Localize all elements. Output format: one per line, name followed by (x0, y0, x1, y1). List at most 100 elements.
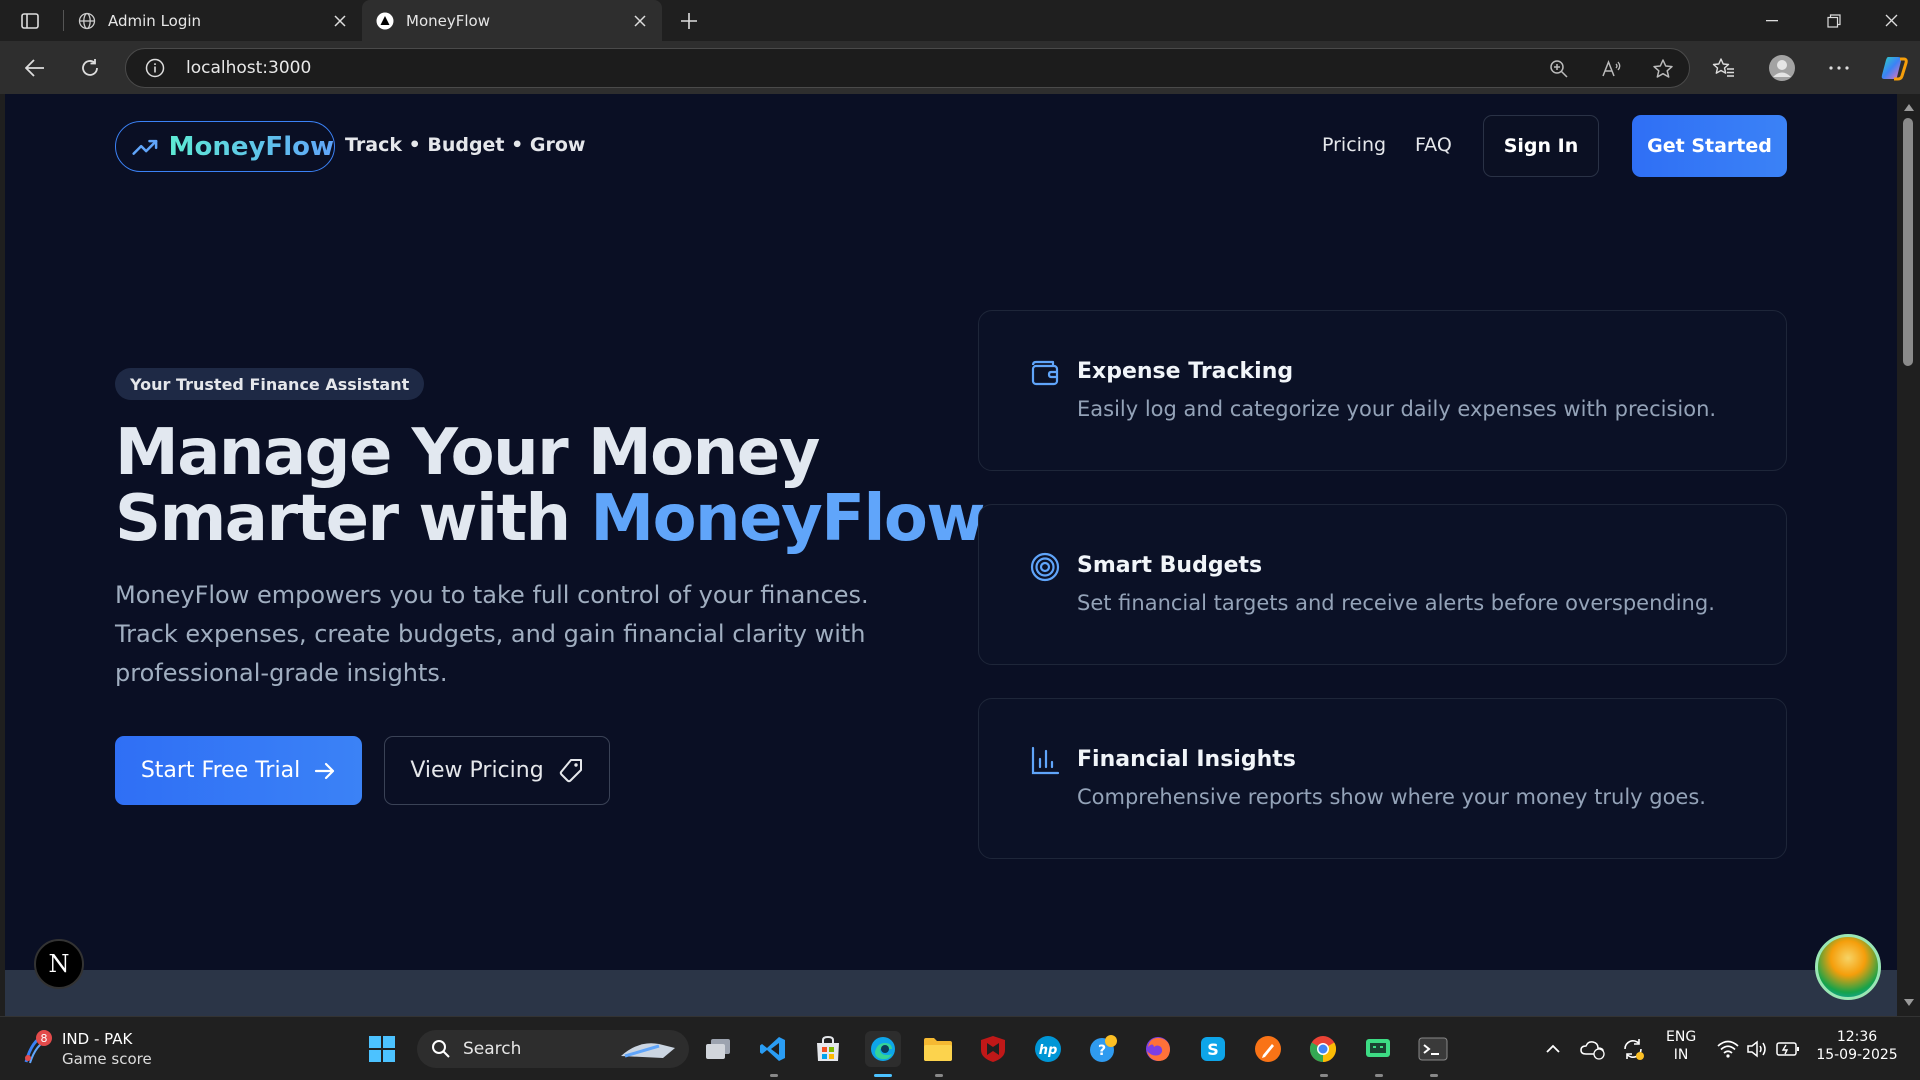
windows-taskbar: 8 IND - PAK Game score Search hp ? S ENG… (0, 1016, 1920, 1080)
system-clock[interactable]: 12:36 15-09-2025 (1812, 1028, 1902, 1064)
favorite-star-icon[interactable] (1651, 57, 1675, 81)
profile-avatar-icon[interactable] (1765, 51, 1799, 85)
running-indicator (1375, 1074, 1383, 1077)
chrome-icon[interactable] (1305, 1031, 1341, 1067)
terminal-icon[interactable] (1415, 1031, 1451, 1067)
help-tips-icon[interactable]: ? (1085, 1031, 1121, 1067)
task-view-icon[interactable] (700, 1031, 736, 1067)
onedrive-sync-icon[interactable] (1575, 1031, 1611, 1067)
hero-title: Manage Your Money Smarter with MoneyFlow (115, 420, 985, 552)
nav-pricing-link[interactable]: Pricing (1322, 134, 1386, 156)
scroll-up-arrow-icon[interactable] (1904, 104, 1914, 111)
nav-faq-link[interactable]: FAQ (1415, 134, 1452, 156)
sync-status-icon[interactable] (1615, 1031, 1651, 1067)
feature-card-financial-insights: Financial Insights Comprehensive reports… (978, 698, 1787, 859)
page-scrollbar[interactable] (1897, 94, 1920, 1016)
chat-assistant-orb[interactable] (1815, 934, 1881, 1000)
feature-title: Financial Insights (1077, 747, 1296, 772)
refresh-icon[interactable] (73, 51, 107, 85)
target-icon (1030, 552, 1060, 582)
feature-description: Comprehensive reports show where your mo… (1077, 785, 1706, 809)
logo-text: MoneyFlow (168, 131, 334, 162)
chevron-up-icon[interactable] (1535, 1031, 1571, 1067)
pen-app-icon[interactable] (1250, 1031, 1286, 1067)
back-icon[interactable] (18, 51, 52, 85)
hero-badge: Your Trusted Finance Assistant (115, 368, 425, 400)
browser-tab-bar: Admin Login MoneyFlow (0, 0, 1920, 41)
hero-title-line2: Smarter with MoneyFlow (115, 486, 985, 552)
arrow-right-icon (315, 762, 335, 779)
feature-title: Smart Budgets (1077, 553, 1263, 578)
new-tab-icon[interactable] (676, 8, 702, 34)
web-page: MoneyFlow Track • Budget • Grow Pricing … (5, 94, 1897, 1016)
site-logo[interactable]: MoneyFlow (115, 121, 335, 172)
copilot-icon[interactable] (1877, 51, 1911, 85)
feature-title: Expense Tracking (1077, 359, 1294, 384)
running-indicator (770, 1074, 778, 1077)
cricket-icon: 8 (22, 1030, 52, 1066)
running-indicator (1430, 1074, 1438, 1077)
hp-icon[interactable]: hp (1030, 1031, 1066, 1067)
skype-icon[interactable]: S (1195, 1031, 1231, 1067)
start-free-trial-button[interactable]: Start Free Trial (115, 736, 362, 805)
search-placeholder: Search (463, 1039, 522, 1059)
tab-title: Admin Login (108, 11, 202, 30)
mcafee-icon[interactable] (975, 1031, 1011, 1067)
close-tab-icon[interactable] (330, 11, 350, 31)
zoom-icon[interactable] (1547, 57, 1571, 81)
view-pricing-label: View Pricing (410, 758, 544, 783)
language-code: ENG (1666, 1029, 1697, 1045)
wallet-icon (1031, 360, 1059, 386)
sign-in-button[interactable]: Sign In (1483, 115, 1599, 177)
feature-description: Easily log and categorize your daily exp… (1077, 397, 1717, 421)
clock-time: 12:36 (1836, 1029, 1878, 1045)
running-indicator (935, 1074, 943, 1077)
file-explorer-icon[interactable] (920, 1031, 956, 1067)
get-started-button[interactable]: Get Started (1632, 115, 1787, 177)
android-studio-icon[interactable] (1360, 1031, 1396, 1067)
tab-actions-icon[interactable] (16, 9, 44, 33)
tab-moneyflow[interactable]: MoneyFlow (362, 0, 662, 41)
clock-date: 15-09-2025 (1816, 1047, 1898, 1063)
svg-text:?: ? (1098, 1043, 1106, 1059)
feature-card-smart-budgets: Smart Budgets Set financial targets and … (978, 504, 1787, 665)
widget-title: IND - PAK (62, 1030, 133, 1048)
active-indicator (874, 1074, 892, 1077)
scroll-thumb[interactable] (1903, 118, 1913, 366)
close-tab-icon[interactable] (630, 11, 650, 31)
read-aloud-icon[interactable] (1600, 57, 1624, 81)
globe-icon (78, 12, 96, 30)
microsoft-store-icon[interactable] (810, 1031, 846, 1067)
view-pricing-button[interactable]: View Pricing (384, 736, 610, 805)
news-widget[interactable]: 8 IND - PAK Game score (22, 1029, 152, 1069)
firefox-icon[interactable] (1140, 1031, 1176, 1067)
edge-browser-icon[interactable] (865, 1031, 901, 1067)
running-indicator (1320, 1074, 1328, 1077)
site-info-icon[interactable] (145, 58, 165, 82)
minimize-icon[interactable] (1743, 0, 1801, 41)
search-icon (432, 1040, 450, 1058)
notification-count-badge: 8 (36, 1030, 52, 1046)
browser-toolbar: localhost:3000 (0, 41, 1920, 94)
hero-description: MoneyFlow empowers you to take full cont… (115, 581, 869, 687)
widget-subtitle: Game score (62, 1050, 152, 1068)
restore-icon[interactable] (1805, 0, 1863, 41)
nextjs-favicon-icon (376, 12, 394, 30)
url-text: localhost:3000 (186, 58, 312, 78)
more-options-icon[interactable] (1822, 51, 1856, 85)
address-bar[interactable]: localhost:3000 (125, 48, 1690, 88)
nextjs-dev-tools-button[interactable]: N (34, 939, 84, 989)
region-code: IN (1673, 1047, 1689, 1063)
feature-card-expense-tracking: Expense Tracking Easily log and categori… (978, 310, 1787, 471)
start-free-trial-label: Start Free Trial (140, 758, 301, 783)
scroll-down-arrow-icon[interactable] (1904, 999, 1914, 1006)
close-window-icon[interactable] (1862, 0, 1920, 41)
tab-admin-login[interactable]: Admin Login (64, 0, 362, 41)
windows-start-icon[interactable] (364, 1031, 400, 1067)
battery-icon[interactable] (1770, 1031, 1806, 1067)
language-indicator[interactable]: ENG IN (1666, 1028, 1696, 1064)
vscode-icon[interactable] (755, 1031, 791, 1067)
favorites-icon[interactable] (1707, 51, 1741, 85)
taskbar-search[interactable]: Search (417, 1030, 689, 1068)
svg-text:S: S (1207, 1040, 1219, 1059)
